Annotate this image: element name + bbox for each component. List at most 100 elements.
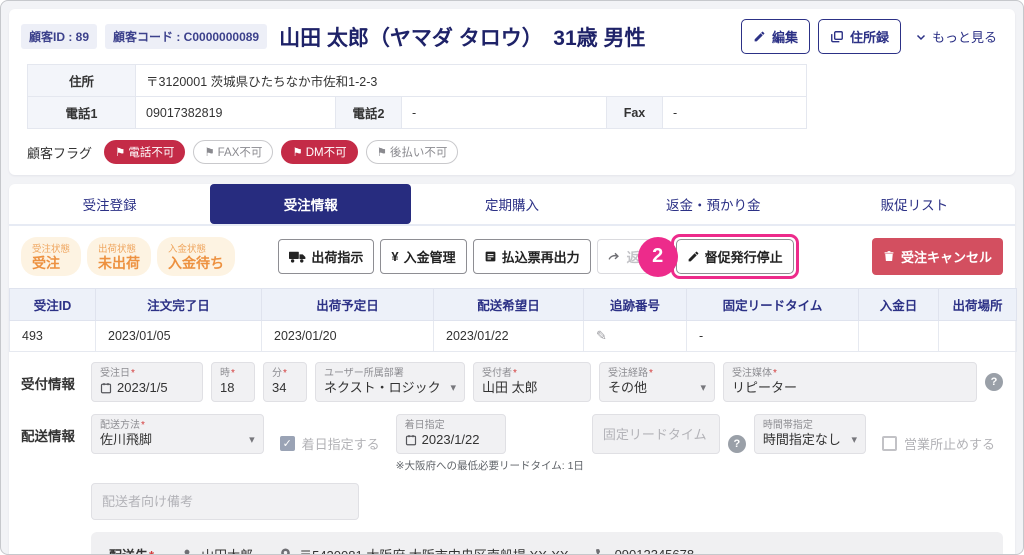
leadtime-note: ※大阪府への最低必要リードタイム: 1日	[396, 458, 584, 473]
cell-desired-date: 2023/01/22	[434, 321, 584, 352]
chevron-down-icon	[915, 31, 927, 43]
badge-title: 受注状態	[32, 241, 70, 255]
checkbox-checked-icon	[280, 436, 295, 451]
customer-flags: 顧客フラグ ⚑ 電話不可 ⚑ FAX不可 ⚑ DM不可 ⚑ 後払い不可	[27, 140, 1003, 164]
cell-payment-date	[859, 321, 939, 352]
courier-note-input[interactable]	[91, 483, 359, 520]
cell-tracking-number: ✎	[584, 321, 687, 352]
help-icon: ?	[728, 435, 746, 453]
tab-order-entry[interactable]: 受注登録	[9, 184, 210, 224]
tab-subscription[interactable]: 定期購入	[411, 184, 612, 224]
cancel-order-button[interactable]: 受注キャンセル	[872, 238, 1003, 275]
flag-no-phone: ⚑ 電話不可	[104, 140, 185, 164]
button-label: 受注キャンセル	[901, 247, 992, 266]
flag-label: 電話不可	[128, 144, 174, 160]
trash-icon	[883, 250, 895, 263]
annotation-highlight-box: 2 督促発行停止	[671, 234, 799, 279]
field-value: 18	[220, 380, 246, 397]
stop-dunning-button[interactable]: 督促発行停止	[676, 239, 794, 274]
field-value: ネクスト・ロジック	[324, 380, 441, 397]
order-summary-table: 受注ID 注文完了日 出荷予定日 配送希望日 追跡番号 固定リードタイム 入金日…	[9, 288, 1017, 352]
field-label: 時間帯指定	[763, 419, 857, 432]
order-date-field[interactable]: 受注日 2023/1/5	[91, 362, 203, 402]
address-book-button[interactable]: 住所録	[818, 19, 901, 54]
arrival-date-field[interactable]: 着日指定 2023/1/22	[396, 414, 506, 454]
time-slot-select[interactable]: 時間帯指定 時間指定なし▾	[754, 414, 866, 454]
flags-label: 顧客フラグ	[27, 143, 92, 162]
destination-phone-text: 09012345678	[615, 547, 695, 555]
field-value: 34	[272, 380, 298, 397]
checkbox-label: 営業所止めする	[904, 434, 995, 453]
destination-phone: 09012345678	[595, 547, 695, 555]
customer-id-badge: 顧客ID : 89	[21, 24, 97, 49]
customer-name: 山田 太郎（ヤマダ タロウ） 31歳 男性	[279, 22, 645, 52]
reception-section-label: 受付情報	[21, 362, 83, 393]
phone-row: 電話1 09017382819 電話2 - Fax -	[28, 97, 807, 129]
field-value: 佐川飛脚	[100, 432, 152, 449]
edit-button[interactable]: 編集	[741, 19, 810, 54]
truck-icon	[289, 251, 306, 263]
destination-name: 山田太郎	[180, 545, 253, 555]
more-button[interactable]: もっと見る	[909, 26, 1003, 47]
payment-management-button[interactable]: ¥ 入金管理	[380, 239, 466, 274]
more-button-label: もっと見る	[932, 27, 997, 46]
cell-completed-date: 2023/01/05	[96, 321, 262, 352]
badge-value: 入金待ち	[168, 255, 224, 271]
tab-bar: 受注登録 受注情報 定期購入 返金・預かり金 販促リスト	[9, 184, 1015, 226]
cell-fixed-leadtime: -	[687, 321, 859, 352]
map-pin-icon	[279, 547, 292, 555]
destination-label: 配送先	[109, 545, 154, 555]
shipping-method-select[interactable]: 配送方法 佐川飛脚▾	[91, 414, 264, 454]
reception-info-row: 受付情報 受注日 2023/1/5 時 18 分 34 ユーザー所属部署	[9, 352, 1015, 404]
address-row: 住所 〒3120001 茨城県ひたちなか市佐和1-2-3	[28, 65, 807, 97]
phone1-value: 09017382819	[136, 97, 336, 129]
badge-title: 出荷状態	[98, 241, 140, 255]
tab-refund-deposit[interactable]: 返金・預かり金	[613, 184, 814, 224]
tab-order-info[interactable]: 受注情報	[210, 184, 411, 224]
courier-note-row	[9, 475, 1015, 522]
header-actions: 編集 住所録 もっと見る	[741, 19, 1003, 54]
checkbox-label: 着日指定する	[302, 434, 380, 453]
fax-label: Fax	[607, 97, 663, 129]
fixed-leadtime-input[interactable]	[592, 414, 720, 454]
flag-no-fax: ⚑ FAX不可	[193, 140, 273, 164]
order-detail-card: 受注登録 受注情報 定期購入 返金・預かり金 販促リスト 受注状態 受注 出荷状…	[9, 184, 1015, 555]
field-value: リピーター	[732, 380, 968, 397]
phone2-value: -	[402, 97, 607, 129]
destination-name-text: 山田太郎	[201, 545, 253, 555]
col-ship-date: 出荷予定日	[262, 289, 434, 321]
destination-bar: 配送先 山田太郎 〒5420081 大阪府 大阪市中央区南船場 XX-XX 09…	[91, 532, 1003, 555]
reprint-payment-slip-button[interactable]: 払込票再出力	[473, 239, 591, 274]
caret-down-icon: ▾	[249, 433, 255, 447]
flag-icon: ⚑	[377, 145, 387, 159]
field-value: 2023/1/5	[117, 380, 168, 397]
field-value: その他	[608, 380, 647, 397]
field-label: 分	[272, 367, 298, 380]
order-hour-field[interactable]: 時 18	[211, 362, 255, 402]
order-action-buttons: 出荷指示 ¥ 入金管理 払込票再出力 返金	[278, 234, 798, 279]
order-table-row: 493 2023/01/05 2023/01/20 2023/01/22 ✎ -	[10, 321, 1017, 352]
order-table-header-row: 受注ID 注文完了日 出荷予定日 配送希望日 追跡番号 固定リードタイム 入金日…	[10, 289, 1017, 321]
col-order-id: 受注ID	[10, 289, 96, 321]
tab-promotion-list[interactable]: 販促リスト	[814, 184, 1015, 224]
cell-order-id: 493	[10, 321, 96, 352]
edit-tracking-icon[interactable]: ✎	[596, 328, 607, 343]
pencil-icon	[687, 250, 700, 263]
pencil-icon	[753, 30, 766, 43]
order-channel-select[interactable]: 受注経路 その他▾	[599, 362, 715, 402]
order-media-field[interactable]: 受注媒体 リピーター	[723, 362, 977, 402]
department-select[interactable]: ユーザー所属部署 ネクスト・ロジック▾	[315, 362, 465, 402]
phone1-label: 電話1	[28, 97, 136, 129]
checkbox-unchecked-icon	[882, 436, 897, 451]
help-icon: ?	[985, 373, 1003, 391]
shipping-instruction-button[interactable]: 出荷指示	[278, 239, 374, 274]
destination-address: 〒5420081 大阪府 大阪市中央区南船場 XX-XX	[279, 545, 568, 555]
payment-status-badge: 入金状態 入金待ち	[157, 237, 235, 276]
caret-down-icon: ▾	[851, 433, 857, 447]
calendar-icon	[405, 434, 417, 446]
address-book-icon	[830, 30, 844, 44]
receptionist-field[interactable]: 受付者 山田 太郎	[473, 362, 591, 402]
caret-down-icon: ▾	[450, 381, 456, 395]
order-minute-field[interactable]: 分 34	[263, 362, 307, 402]
cell-ship-date: 2023/01/20	[262, 321, 434, 352]
